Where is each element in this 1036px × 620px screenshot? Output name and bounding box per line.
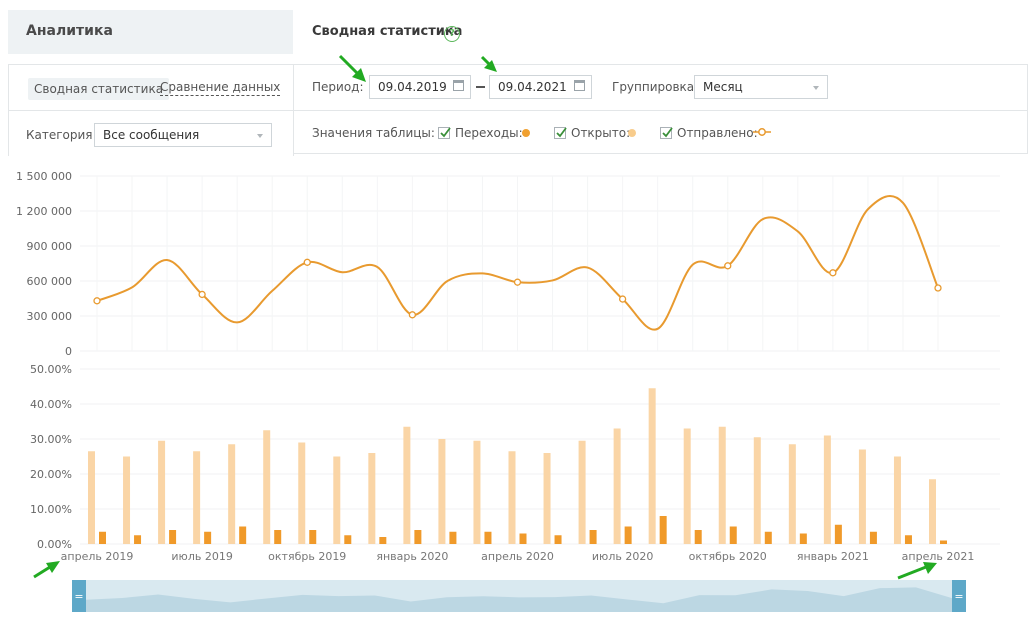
bar-chart-bars [88,388,947,544]
y-tick-label: 600 000 [27,275,73,288]
y-tick-label: 300 000 [27,310,73,323]
opened-bar[interactable] [193,451,201,544]
clicks-bar[interactable] [204,531,212,544]
opened-bar[interactable] [333,456,341,545]
opened-bar[interactable] [929,479,936,544]
arrow-icon [897,562,937,580]
navigator-right-handle-glyph: = [954,590,963,603]
clicks-bar[interactable] [344,535,352,544]
line-point[interactable] [618,295,627,303]
opened-bar[interactable] [823,435,831,545]
arrow-icon [480,55,497,72]
opened-bar[interactable] [718,426,726,544]
clicks-bar[interactable] [274,530,282,544]
y-tick-label: 50.00% [30,363,72,376]
clicks-bar[interactable] [940,540,947,545]
charts-area: 1 500 000 1 200 000 900 000 600 000 300 000 0… [16,54,1000,612]
line-point[interactable] [513,278,522,286]
opened-bar[interactable] [893,456,901,545]
opened-bar[interactable] [648,388,656,544]
x-tick-label: апрель 2019 [61,550,134,563]
y-tick-label: 1 500 000 [16,170,72,183]
x-tick-label: январь 2020 [376,550,448,563]
clicks-bar[interactable] [99,531,106,544]
opened-bar[interactable] [613,428,621,545]
clicks-bar[interactable] [554,535,562,544]
opened-bar[interactable] [788,444,796,544]
clicks-bar[interactable] [134,535,142,544]
arrow-icon [338,54,366,82]
line-point[interactable] [93,297,101,305]
clicks-bar[interactable] [624,526,632,545]
opened-bar[interactable] [403,426,411,544]
x-tick-label: октябрь 2020 [689,550,767,563]
clicks-bar[interactable] [379,537,387,544]
line-chart-grid [80,175,1000,352]
opened-bar[interactable] [858,449,866,545]
x-tick-label: апрель 2020 [481,550,554,563]
arrow-icon [33,561,60,579]
line-point[interactable] [198,290,206,299]
clicks-bar[interactable] [799,533,807,545]
clicks-bar[interactable] [309,530,317,544]
line-point[interactable] [303,258,311,266]
line-point[interactable] [934,284,942,292]
clicks-bar[interactable] [449,531,457,544]
annotation-arrows [33,54,937,580]
y-tick-label: 1 200 000 [16,205,72,218]
clicks-bar[interactable] [589,530,597,544]
x-tick-label: июль 2020 [592,550,653,563]
line-chart-y-axis: 1 500 000 1 200 000 900 000 600 000 300 000 0 [16,170,72,358]
opened-bar[interactable] [123,456,131,545]
x-tick-label: апрель 2021 [902,550,975,563]
opened-bar[interactable] [438,439,446,544]
x-tick-label: июль 2019 [171,550,232,563]
opened-bar[interactable] [578,440,586,544]
clicks-bar[interactable] [484,531,492,544]
clicks-bar[interactable] [869,531,877,544]
y-tick-label: 30.00% [30,433,72,446]
line-point[interactable] [829,269,837,277]
y-tick-label: 900 000 [27,240,73,253]
x-tick-label: октябрь 2019 [268,550,346,563]
line-point[interactable] [724,262,732,270]
opened-bar[interactable] [158,440,166,544]
opened-bar[interactable] [228,444,236,544]
bar-chart-y-axis: 50.00%40.00%30.00%20.00%10.00%0.00% [30,363,72,551]
clicks-bar[interactable] [834,524,842,544]
clicks-bar[interactable] [904,535,912,544]
opened-bar[interactable] [508,451,516,544]
y-tick-label: 40.00% [30,398,72,411]
clicks-bar[interactable] [729,526,737,545]
opened-bar[interactable] [683,428,691,545]
clicks-bar[interactable] [764,531,772,544]
opened-bar[interactable] [753,437,761,544]
x-axis-labels: апрель 2019 июль 2019 октябрь 2019 январь 2… [61,550,975,563]
opened-bar[interactable] [298,442,306,545]
y-tick-label: 0 [65,345,72,358]
y-tick-label: 20.00% [30,468,72,481]
opened-bar[interactable] [88,451,95,544]
navigator-left-handle-glyph: = [74,590,83,603]
opened-bar[interactable] [473,440,481,544]
clicks-bar[interactable] [694,530,702,544]
opened-bar[interactable] [263,430,271,544]
clicks-bar[interactable] [239,526,247,545]
line-point[interactable] [408,311,417,319]
clicks-bar[interactable] [519,533,527,545]
y-tick-label: 10.00% [30,503,72,516]
opened-bar[interactable] [543,453,551,544]
clicks-bar[interactable] [414,530,422,544]
clicks-bar[interactable] [659,516,667,544]
clicks-bar[interactable] [169,530,177,544]
opened-bar[interactable] [368,453,376,544]
x-tick-label: январь 2021 [797,550,869,563]
